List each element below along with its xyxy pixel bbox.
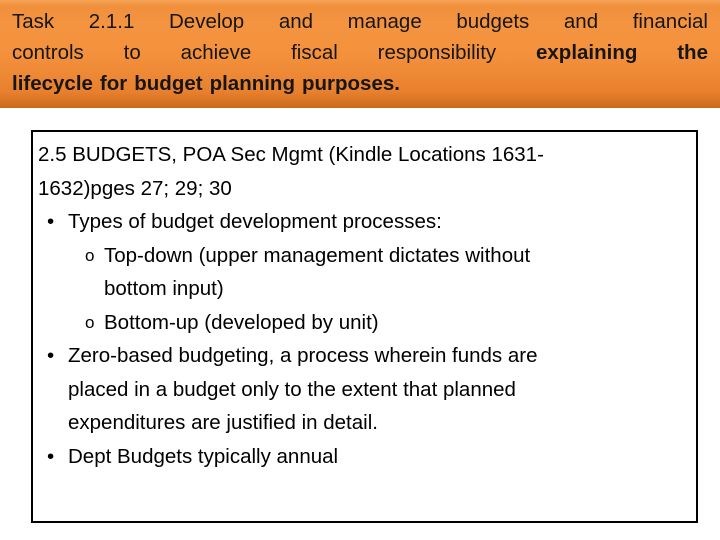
title-word: 2.1.1 <box>88 10 135 33</box>
content-text: expenditures are justified in detail. <box>68 411 378 434</box>
title-line-3-words: lifecycle for budget planning purposes. <box>12 68 708 99</box>
title-line-2-words: controls to achieve fiscal responsibilit… <box>12 37 708 68</box>
slide-title-banner: Task 2.1.1 Develop and manage budgets an… <box>0 0 720 108</box>
content-line-heading: 2.5 BUDGETS, POA Sec Mgmt (Kindle Locati… <box>38 138 692 172</box>
bullet-item-dept-budgets: • Dept Budgets typically annual <box>38 440 692 474</box>
title-line-2: controls to achieve fiscal responsibilit… <box>12 37 708 68</box>
bullet-circle-icon: o <box>85 312 95 332</box>
bullet-item-zero-based-cont-2: expenditures are justified in detail. <box>38 406 692 440</box>
title-word: controls <box>12 41 84 64</box>
bullet-item-zero-based: • Zero-based budgeting, a process wherei… <box>38 339 692 373</box>
title-word: Develop <box>168 10 245 33</box>
title-word: manage <box>347 10 422 33</box>
title-line-3: lifecycle for budget planning purposes. <box>12 68 708 99</box>
content-text: Zero-based budgeting, a process wherein … <box>68 344 538 367</box>
title-word: and <box>563 10 599 33</box>
sub-bullet-item-top-down-cont: bottom input) <box>38 272 692 306</box>
content-text: 2.5 BUDGETS, POA Sec Mgmt (Kindle Locati… <box>38 143 544 166</box>
title-word: budgets <box>456 10 530 33</box>
title-word: achieve <box>180 41 252 64</box>
title-word-bold: planning <box>209 72 295 95</box>
title-word: and <box>278 10 314 33</box>
content-line-heading-cont: 1632)pges 27; 29; 30 <box>38 172 692 206</box>
title-word: responsibility <box>377 41 497 64</box>
title-line-1-words: Task 2.1.1 Develop and manage budgets an… <box>12 6 708 37</box>
title-word-bold: lifecycle <box>12 72 93 95</box>
bullet-circle-icon: o <box>85 245 95 265</box>
sub-bullet-item-top-down: o Top-down (upper management dictates wi… <box>38 239 692 273</box>
title-line-1: Task 2.1.1 Develop and manage budgets an… <box>12 6 708 37</box>
title-word: Task <box>12 10 55 33</box>
content-text: 1632)pges 27; 29; 30 <box>38 176 232 200</box>
content-text: placed in a budget only to the extent th… <box>68 377 516 401</box>
content-text: Dept Budgets typically annual <box>68 444 339 468</box>
title-word-bold: explaining <box>536 41 638 64</box>
title-word-bold: purposes. <box>301 72 400 95</box>
content-text: Bottom-up (developed by unit) <box>104 310 379 334</box>
title-word-bold: for <box>99 72 128 95</box>
content-text: Types of budget development processes: <box>68 210 442 233</box>
slide-content-box: 2.5 BUDGETS, POA Sec Mgmt (Kindle Locati… <box>31 130 698 523</box>
content-text: Top-down (upper management dictates with… <box>104 243 531 267</box>
bullet-item-zero-based-cont-1: placed in a budget only to the extent th… <box>38 373 692 407</box>
title-word: fiscal <box>291 41 338 64</box>
sub-bullet-item-bottom-up: o Bottom-up (developed by unit) <box>38 306 692 340</box>
title-word-bold: the <box>677 41 708 64</box>
title-word: financial <box>632 10 708 33</box>
content-text: bottom input) <box>104 277 224 300</box>
title-word: to <box>123 41 141 64</box>
bullet-dot-icon: • <box>47 210 55 233</box>
bullet-dot-icon: • <box>47 444 55 468</box>
bullet-dot-icon: • <box>47 344 55 367</box>
title-word-bold: budget <box>134 72 203 95</box>
bullet-item-types: • Types of budget development processes: <box>38 205 692 239</box>
